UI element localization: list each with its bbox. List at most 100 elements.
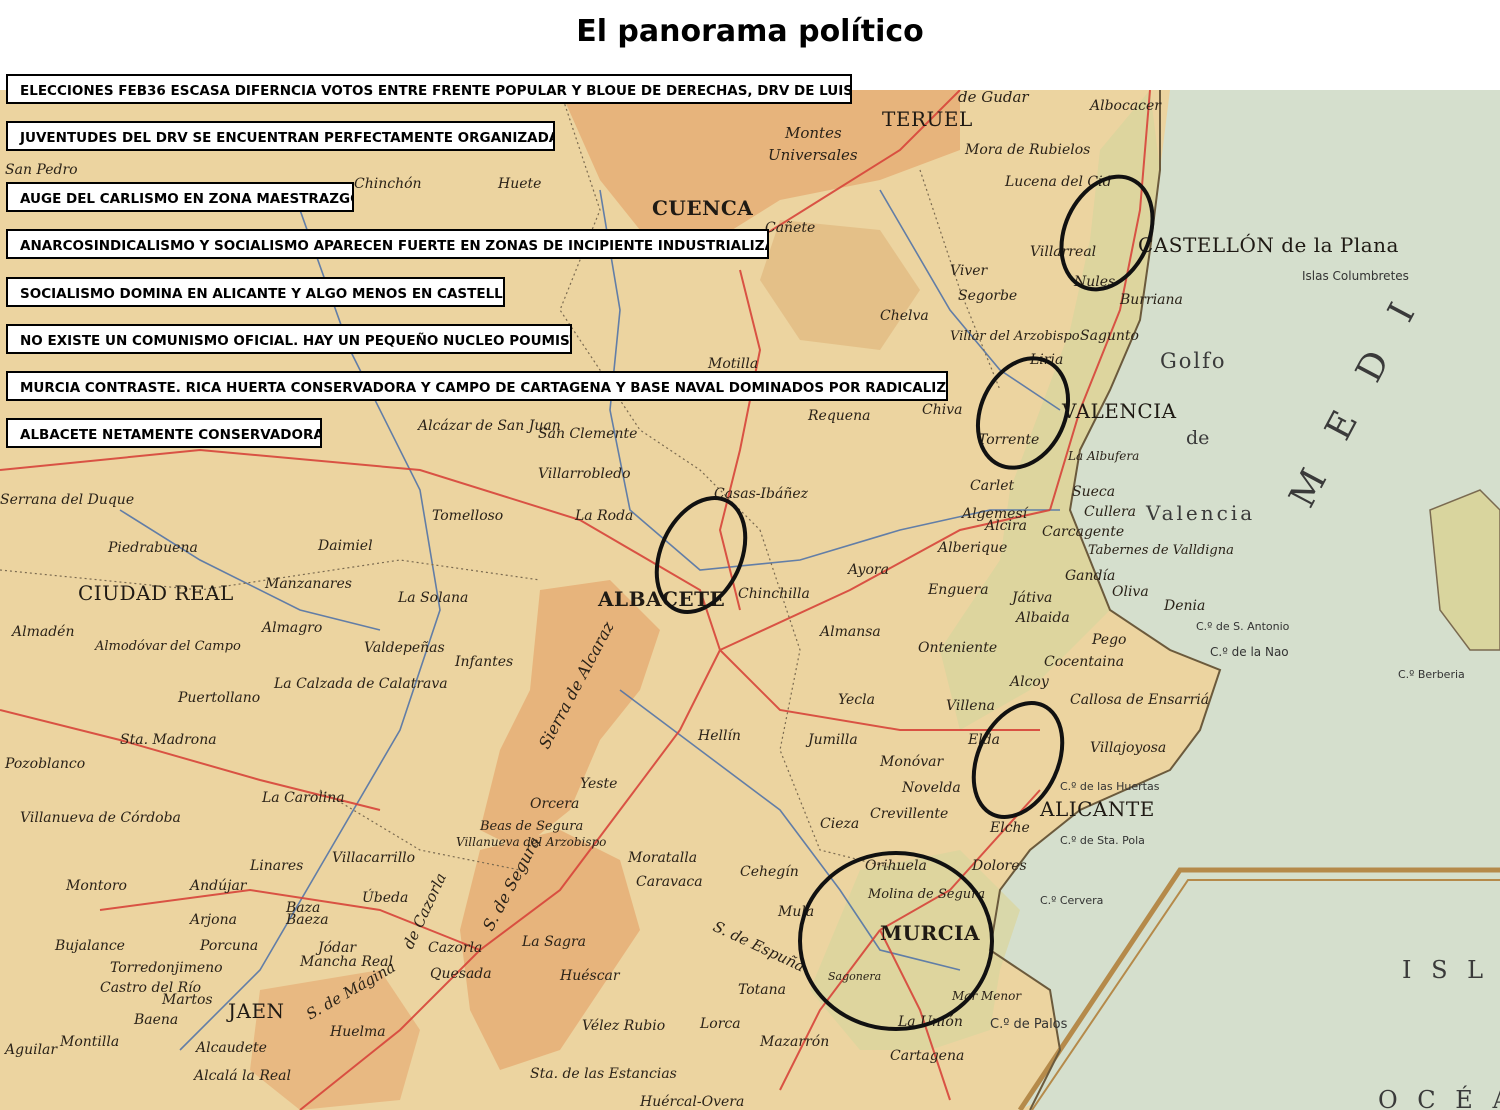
town-label: Vélez Rubio [582, 1018, 665, 1034]
town-label: Requena [807, 408, 870, 424]
town-label: Sta. Madrona [120, 732, 217, 748]
town-label: San Clemente [538, 426, 637, 442]
city-valencia: VALENCIA [1061, 399, 1177, 423]
town-label: Villanueva de Córdoba [20, 810, 181, 826]
town-label: La Calzada de Calatrava [273, 676, 448, 692]
town-label: Villarrobledo [538, 466, 631, 482]
town-label: Molina de Segura [867, 887, 985, 902]
town-label: Huete [497, 176, 541, 192]
town-label: Pozoblanco [4, 756, 85, 772]
town-label: Chinchilla [738, 586, 810, 602]
note-albacete: ALBACETE NETAMENTE CONSERVADORA [6, 418, 322, 448]
town-label: Sagonera [828, 970, 881, 983]
town-label: Ayora [846, 562, 889, 578]
sea-label-valencia: Valencia [1145, 501, 1255, 525]
town-label: Onteniente [918, 640, 997, 656]
sea-label-isl: I S L [1402, 956, 1489, 984]
town-label: Huéscar [559, 968, 621, 984]
town-label: Denia [1163, 598, 1205, 614]
town-label: Manzanares [264, 576, 352, 592]
town-label: Huércal-Overa [639, 1094, 744, 1110]
town-label: Totana [738, 982, 786, 998]
city-ciudad-real: CIUDAD REAL [78, 581, 234, 605]
town-label: Valdepeñas [364, 640, 445, 656]
town-label: Enguera [927, 582, 989, 598]
cape-label: C.º de Palos [990, 1017, 1068, 1032]
town-label: Tabernes de Valldigna [1088, 543, 1234, 558]
town-label: Universales [768, 146, 858, 164]
town-label: Dolores [971, 858, 1027, 874]
town-label: Oliva [1112, 584, 1149, 600]
town-label: Alcalá la Real [192, 1068, 291, 1084]
town-label: Játiva [1009, 590, 1052, 606]
town-label: La Roda [574, 508, 633, 524]
town-label: La Solana [397, 590, 468, 606]
town-label: Huelma [329, 1024, 386, 1040]
town-label: Alcaudete [194, 1040, 267, 1056]
town-label: Villajoyosa [1090, 740, 1166, 756]
town-label: Mora de Rubielos [964, 142, 1090, 158]
town-label: Montes [784, 124, 842, 142]
city-jaen: JAEN [226, 999, 285, 1023]
sea-label-columbretes: Islas Columbretes [1302, 269, 1409, 283]
town-label: Sta. de las Estancias [530, 1066, 677, 1082]
note-juventudes-drv: JUVENTUDES DEL DRV SE ENCUENTRAN PERFECT… [6, 121, 555, 151]
town-label: Montoro [65, 878, 127, 894]
sea-label-ocea: O C É A [1378, 1085, 1500, 1110]
town-label: Porcuna [199, 938, 258, 954]
town-label: Villar del Arzobispo [950, 329, 1080, 344]
town-label: Orihuela [865, 858, 927, 874]
city-murcia: MURCIA [880, 921, 980, 945]
town-label: Segorbe [958, 288, 1017, 304]
cape-label: C.º de las Huertas [1060, 780, 1160, 793]
town-label: Cieza [820, 816, 859, 832]
cape-label: C.º de S. Antonio [1196, 620, 1290, 633]
town-label: Viver [950, 263, 989, 279]
town-label: Linares [249, 858, 303, 874]
town-label: Lorca [699, 1016, 741, 1032]
town-label: Yecla [838, 692, 875, 708]
town-label: de Gudar [958, 90, 1029, 106]
cape-label: C.º de la Nao [1210, 645, 1289, 659]
town-label: Bujalance [54, 938, 125, 954]
sea-label-golfo: Golfo [1160, 349, 1227, 373]
town-label: Cehegín [740, 864, 799, 880]
note-anarcosindicalismo: ANARCOSINDICALISMO Y SOCIALISMO APARECEN… [6, 229, 769, 259]
town-label: Almadén [10, 624, 74, 640]
town-label: Alberique [936, 540, 1007, 556]
town-label: Monóvar [879, 754, 944, 770]
cape-label: C.º Cervera [1040, 894, 1103, 907]
sea-label-de: de [1186, 427, 1209, 449]
town-label: Aguilar [3, 1042, 58, 1058]
town-label: Almagro [260, 620, 322, 636]
city-castellon: CASTELLÓN de la Plana [1138, 232, 1399, 257]
city-cuenca: CUENCA [652, 196, 753, 220]
town-label: Infantes [454, 654, 513, 670]
town-label: Torrente [978, 432, 1039, 448]
town-label: Daimiel [317, 538, 373, 554]
town-label: Chelva [880, 308, 929, 324]
town-label: Carcagente [1042, 524, 1124, 540]
town-label: Sagunto [1080, 328, 1139, 344]
town-label: La Sagra [521, 934, 586, 950]
town-label: Cullera [1084, 504, 1136, 520]
note-murcia: MURCIA CONTRASTE. RICA HUERTA CONSERVADO… [6, 371, 948, 401]
town-label: Cartagena [890, 1048, 964, 1064]
town-label: Jumilla [805, 732, 858, 748]
town-label: Piedrabuena [107, 540, 198, 556]
town-label: Montilla [59, 1034, 119, 1050]
town-label: Cazorla [428, 940, 482, 956]
note-socialismo: SOCIALISMO DOMINA EN ALICANTE Y ALGO MEN… [6, 277, 505, 307]
town-label: Alcira [983, 518, 1027, 534]
town-label: Moratalla [627, 850, 697, 866]
town-label: Sueca [1072, 484, 1115, 500]
town-label: Caravaca [636, 874, 703, 890]
town-label: Chinchón [354, 176, 422, 192]
town-label: Alcoy [1008, 674, 1050, 690]
town-label: Gandía [1065, 568, 1115, 584]
town-label: Burriana [1119, 292, 1183, 308]
town-label: Carlet [970, 478, 1015, 494]
town-label: Quesada [430, 966, 492, 982]
town-label: La Albufera [1067, 449, 1139, 463]
town-label: Cocentaina [1044, 654, 1124, 670]
